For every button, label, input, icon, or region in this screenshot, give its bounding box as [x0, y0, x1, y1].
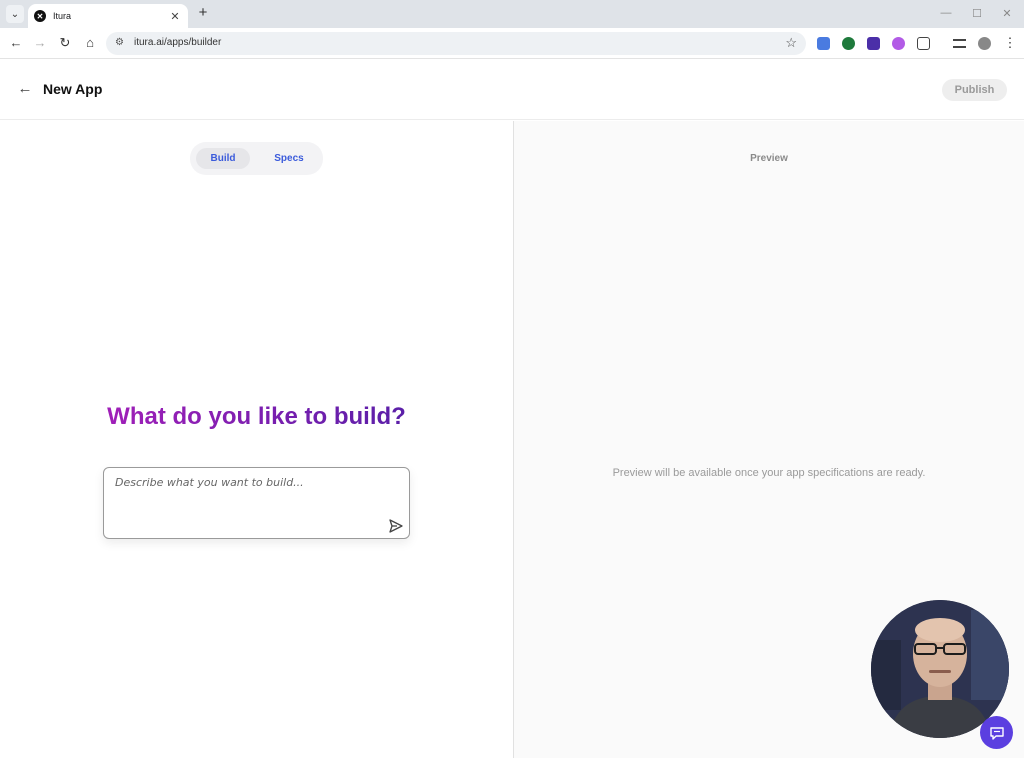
grammarly-extension-icon[interactable] [842, 37, 855, 50]
tab-title: Itura [53, 11, 72, 21]
send-icon[interactable] [388, 518, 404, 534]
app-header: ← New App Publish [0, 60, 1024, 120]
more-menu-icon[interactable]: ⋮ [1002, 35, 1018, 51]
extension-badge-icon[interactable] [867, 37, 880, 50]
tab-search-button[interactable]: ⌄ [6, 5, 24, 23]
reading-list-icon[interactable] [953, 39, 966, 48]
tab-build[interactable]: Build [196, 148, 250, 169]
url-text[interactable]: itura.ai/apps/builder [134, 37, 221, 48]
forward-arrow-icon[interactable]: → [32, 35, 48, 51]
sparkle-extension-icon[interactable] [892, 37, 905, 50]
itura-logo-icon: ✕ [34, 10, 46, 22]
builder-headline: What do you like to build? [0, 403, 513, 431]
translate-extension-icon[interactable] [817, 37, 830, 50]
close-tab-icon[interactable]: ✕ [168, 10, 182, 23]
headline-text: What do you like to build? [107, 403, 406, 430]
back-arrow-icon[interactable]: ← [8, 35, 24, 51]
home-icon[interactable]: ⌂ [82, 35, 98, 51]
reload-icon[interactable]: ↻ [57, 35, 73, 51]
bookmark-star-icon[interactable]: ☆ [785, 35, 797, 51]
prompt-input[interactable] [115, 476, 385, 489]
prompt-box[interactable] [103, 467, 410, 539]
page-title: New App [43, 81, 103, 97]
back-arrow-icon[interactable]: ← [16, 80, 34, 97]
publish-button[interactable]: Publish [942, 79, 1007, 101]
minimize-window-button[interactable]: — [938, 7, 954, 19]
mode-tab-group: Build Specs [190, 142, 323, 175]
browser-toolbar: ← → ↻ ⌂ ⚙ itura.ai/apps/builder ☆ ⋮ [0, 28, 1024, 59]
builder-pane: Build Specs What do you like to build? [0, 121, 513, 758]
address-bar[interactable]: ⚙ itura.ai/apps/builder ☆ [106, 32, 806, 55]
tab-specs[interactable]: Specs [262, 148, 316, 169]
browser-tab-strip: ⌄ ✕ Itura ✕ + — ☐ ✕ [0, 0, 1024, 28]
preview-placeholder-message: Preview will be available once your app … [612, 467, 926, 479]
profile-avatar-icon[interactable] [978, 37, 991, 50]
browser-tab[interactable]: ✕ Itura ✕ [28, 4, 188, 28]
new-tab-button[interactable]: + [195, 5, 211, 21]
extensions-puzzle-icon[interactable] [917, 37, 930, 50]
maximize-window-button[interactable]: ☐ [969, 7, 985, 20]
chat-bubble-icon [989, 726, 1004, 740]
chat-support-button[interactable] [980, 716, 1013, 749]
close-window-button[interactable]: ✕ [999, 7, 1015, 20]
preview-label: Preview [750, 153, 788, 164]
site-info-icon[interactable]: ⚙ [115, 37, 124, 48]
